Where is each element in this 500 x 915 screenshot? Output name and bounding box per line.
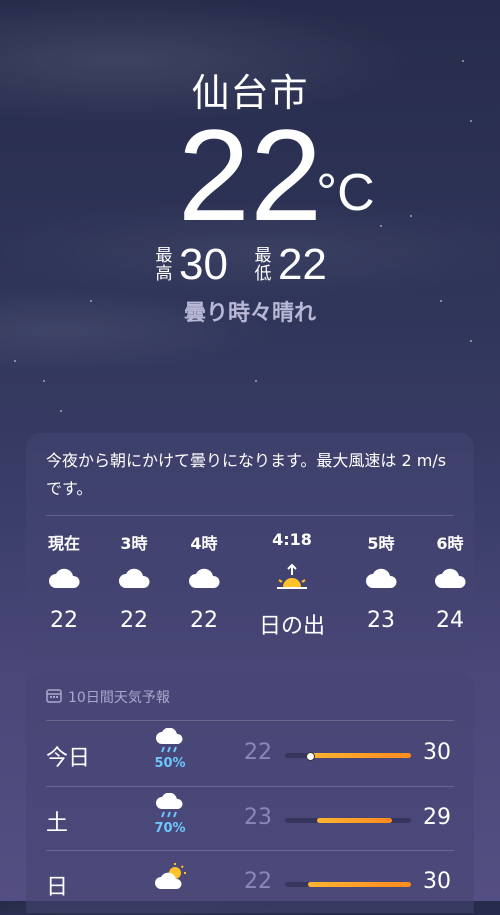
low-label: 最 低 [254,246,272,284]
cloud-icon [174,558,234,598]
forecast-day: 土 [46,811,69,836]
hourly-forecast-card[interactable]: 今夜から朝にかけて曇りになります。最大風速は 2 m/s です。 現在 22 3… [26,433,474,658]
sunrise-icon [254,558,330,598]
precip-chance: 50% [154,756,186,771]
hour-temp: 22 [190,608,218,633]
forecast-row[interactable]: 今日 50% 22 30 [26,722,474,786]
divider [46,720,454,721]
high-label: 最 高 [155,246,173,284]
forecast-summary: 今夜から朝にかけて曇りになります。最大風速は 2 m/s です。 [46,451,447,498]
temp-range-fill [316,818,393,823]
partly-cloudy-icon [148,863,192,895]
forecast-day: 日 [46,875,69,900]
current-temperature: 22 °C [0,110,500,240]
hour-time: 現在 [47,534,80,553]
hour-item: 4時 22 [174,530,234,633]
cloud-rain-icon: 70% [148,792,192,836]
hour-temp: 23 [367,608,395,633]
high-temp: 30 [423,740,451,765]
hour-time: 6時 [436,534,464,553]
forecast-day: 今日 [46,746,91,771]
current-temp-marker [306,752,316,761]
hour-temp: 22 [120,608,148,633]
forecast-title: 10日間天気予報 [68,690,170,706]
hour-label: 日の出 [258,614,325,639]
temp-range-bar [285,752,411,761]
low-temp: 22 [244,740,272,765]
high-value: 30 [179,240,228,289]
low-temp: 23 [244,805,272,830]
cloud-icon [351,558,411,598]
temp-range-bar [285,882,411,887]
high-temp: 29 [423,805,451,830]
cloud-rain-icon: 50% [148,727,192,771]
temperature-unit: °C [316,164,375,222]
forecast-header: 10日間天気予報 [46,687,170,707]
high-low: 最 高 30 最 低 22 [155,240,347,290]
temp-range-fill [307,882,411,887]
cloud-icon [420,558,480,598]
hourly-list[interactable]: 現在 22 3時 22 4時 22 4:18 日の出 5時 23 6時 24 [26,530,474,650]
condition-text: 曇り時々晴れ [183,301,316,326]
cloud-icon [104,558,164,598]
temp-range-fill [307,753,411,758]
ten-day-forecast-card[interactable]: 10日間天気予報 今日 50% 22 30 土 70% 23 29 日 22 3… [26,673,474,913]
hour-item: 4:18 日の出 [254,530,330,640]
hour-item: 6時 24 [420,530,480,633]
forecast-row[interactable]: 土 70% 23 29 [26,787,474,851]
hour-time: 3時 [120,534,148,553]
hour-temp: 22 [50,608,78,633]
precip-chance: 70% [154,821,186,836]
low-temp: 22 [244,869,272,894]
hour-time: 4:18 [272,530,312,549]
hour-item: 3時 22 [104,530,164,633]
cloud-icon [34,558,94,598]
hour-item: 5時 23 [351,530,411,633]
divider [46,515,454,516]
hour-item: 現在 22 [34,530,94,633]
hour-time: 5時 [367,534,395,553]
calendar-icon [46,688,62,707]
hour-time: 4時 [190,534,218,553]
hour-temp: 24 [436,608,464,633]
low-value: 22 [277,240,327,289]
forecast-row[interactable]: 日 22 30 [26,851,474,915]
temperature-value: 22 [177,102,323,248]
temp-range-bar [285,818,411,823]
high-temp: 30 [423,869,451,894]
